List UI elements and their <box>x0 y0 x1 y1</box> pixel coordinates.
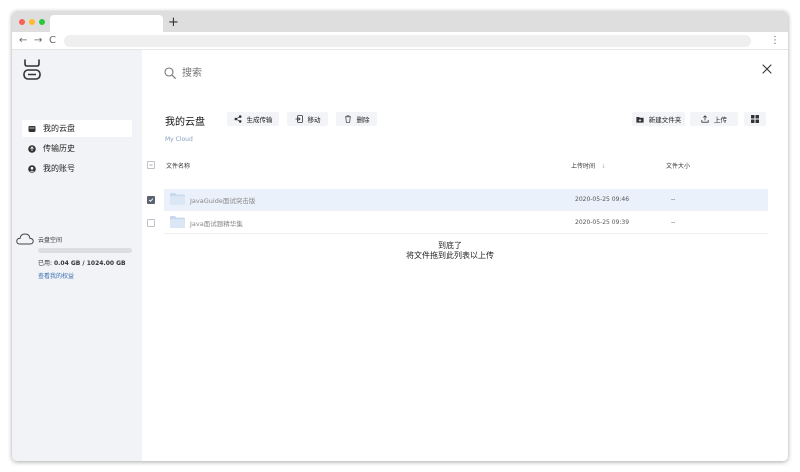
browser-window: + ← → C ⋮ 我的云盘 传输历史 我的账号 云盘空间 已用: 0.04 G… <box>12 11 788 461</box>
share-icon <box>234 115 241 123</box>
delete-label: 删除 <box>356 116 370 124</box>
close-icon[interactable] <box>762 64 772 74</box>
address-bar[interactable] <box>64 35 751 47</box>
sidebar-item-label: 传输历史 <box>43 144 75 153</box>
row-divider <box>164 233 768 234</box>
sidebar-item-my-account[interactable]: 我的账号 <box>22 160 132 177</box>
browser-toolbar: ← → C ⋮ <box>12 32 788 50</box>
file-upload-time: 2020-05-25 09:46 <box>575 196 630 203</box>
file-name[interactable]: JavaGuide面试突击版 <box>190 195 255 205</box>
column-header-upload-time-label: 上传时间 <box>571 163 596 170</box>
sort-indicator-icon: ↓ <box>600 163 606 170</box>
table-header: 文件名称 上传时间 ↓ 文件大小 <box>142 157 788 173</box>
new-folder-label: 新建文件夹 <box>648 116 682 124</box>
drive-icon <box>28 125 36 132</box>
move-button[interactable]: 移动 <box>287 112 328 126</box>
app-root: 我的云盘 传输历史 我的账号 云盘空间 已用: 0.04 GB / 1024.0… <box>12 50 788 461</box>
forward-button[interactable]: → <box>34 33 42 49</box>
upload-button[interactable]: 上传 <box>690 112 738 126</box>
reload-button[interactable]: C <box>49 33 56 49</box>
search-icon <box>164 67 176 79</box>
upload-circle-icon <box>28 144 36 153</box>
trash-icon <box>344 115 351 123</box>
column-header-name[interactable]: 文件名称 <box>166 161 190 170</box>
file-upload-time: 2020-05-25 09:39 <box>575 219 630 226</box>
page-title: 我的云盘 <box>165 117 205 128</box>
main-content: 我的云盘 My Cloud 生成传输 移动 删除 <box>142 50 788 461</box>
tab-bar: + <box>12 11 788 32</box>
generate-transfer-button[interactable]: 生成传输 <box>227 112 279 126</box>
grid-view-button[interactable] <box>744 112 766 126</box>
new-folder-button[interactable]: 新建文件夹 <box>632 112 685 126</box>
move-icon <box>295 115 303 123</box>
back-button[interactable]: ← <box>19 33 27 49</box>
logo-icon <box>23 59 41 80</box>
folder-icon <box>170 193 185 205</box>
upload-label: 上传 <box>714 116 727 124</box>
check-icon <box>148 198 154 202</box>
search-input[interactable] <box>182 65 482 81</box>
minus-icon <box>149 164 153 166</box>
sidebar-item-label: 我的云盘 <box>43 124 75 133</box>
column-header-size[interactable]: 文件大小 <box>666 161 690 170</box>
minimize-window-button[interactable] <box>29 19 35 25</box>
generate-transfer-label: 生成传输 <box>246 116 273 124</box>
sidebar-item-label: 我的账号 <box>43 164 75 173</box>
move-label: 移动 <box>307 116 321 124</box>
file-size: -- <box>671 219 676 226</box>
table-row[interactable]: Java面试题精华集 2020-05-25 09:39 -- <box>164 212 768 233</box>
browser-menu-button[interactable]: ⋮ <box>770 34 780 48</box>
select-all-checkbox[interactable] <box>147 161 155 169</box>
storage-used-text: 已用: 0.04 GB / 1024.00 GB <box>38 258 126 267</box>
folder-plus-icon <box>636 116 644 123</box>
storage-used-prefix: 已用: <box>38 260 53 267</box>
new-tab-button[interactable]: + <box>168 14 179 31</box>
maximize-window-button[interactable] <box>39 19 45 25</box>
table-row[interactable]: JavaGuide面试突击版 2020-05-25 09:46 -- <box>164 189 768 210</box>
row-divider <box>164 210 768 211</box>
sidebar-item-transfer-history[interactable]: 传输历史 <box>22 140 132 157</box>
close-window-button[interactable] <box>19 19 25 25</box>
sidebar-item-my-drive[interactable]: 我的云盘 <box>22 120 132 137</box>
account-icon <box>28 164 36 173</box>
page-subtitle: My Cloud <box>165 136 193 143</box>
upload-icon <box>701 115 709 123</box>
cloud-icon <box>16 233 34 245</box>
browser-tab[interactable] <box>50 15 163 32</box>
list-end-hint: 将文件拖到此列表以上传 <box>406 251 494 260</box>
row-checkbox[interactable] <box>147 219 155 227</box>
delete-button[interactable]: 删除 <box>336 112 377 126</box>
view-rights-link[interactable]: 查看我的权益 <box>38 271 74 280</box>
grid-view-icon <box>751 115 759 123</box>
file-name[interactable]: Java面试题精华集 <box>190 218 243 228</box>
storage-used-value: 0.04 GB / 1024.00 GB <box>53 260 126 267</box>
storage-progress-bar <box>38 248 132 253</box>
storage-title: 云盘空间 <box>38 237 63 244</box>
sidebar: 我的云盘 传输历史 我的账号 云盘空间 已用: 0.04 GB / 1024.0… <box>12 50 142 461</box>
row-checkbox[interactable] <box>147 196 155 204</box>
folder-icon <box>170 216 185 228</box>
file-size: -- <box>671 196 676 203</box>
column-header-upload-time[interactable]: 上传时间 ↓ <box>571 161 606 170</box>
